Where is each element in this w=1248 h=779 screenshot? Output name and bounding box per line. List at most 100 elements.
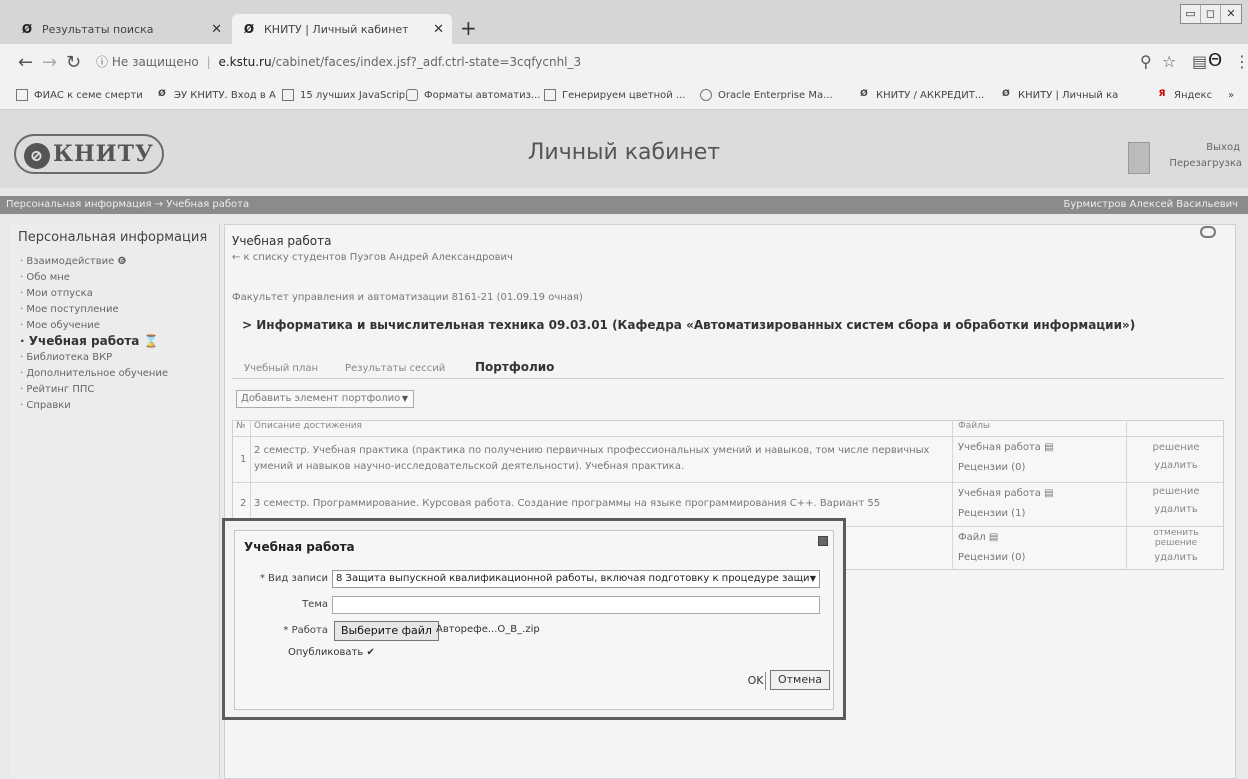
sidebar-item-rating[interactable]: · Рейтинг ППС xyxy=(20,384,94,395)
maximize-icon[interactable]: ◻ xyxy=(1201,5,1221,23)
document-icon: ▤ xyxy=(988,532,999,543)
address-bar[interactable]: ⓘ Не защищено | e.kstu.ru/cabinet/faces/… xyxy=(96,50,956,74)
new-tab-button[interactable]: + xyxy=(460,16,477,40)
oracle-icon xyxy=(700,89,712,101)
window-controls: ▭ ◻ ✕ xyxy=(1180,4,1242,24)
decision-link[interactable]: решение xyxy=(1130,486,1222,497)
close-dialog-icon[interactable] xyxy=(818,536,828,546)
sidebar-item-label: · Учебная работа xyxy=(20,334,140,348)
delete-link[interactable]: удалить xyxy=(1130,504,1222,515)
collapse-icon[interactable] xyxy=(1200,226,1216,238)
topic-input[interactable] xyxy=(332,596,820,614)
back-arrow-icon[interactable]: ← xyxy=(18,52,33,73)
bookmarks-bar: ФИАС к семе смерти Ø ЭУ КНИТУ. Вход в А 1… xyxy=(0,80,1248,110)
reload-link[interactable]: Перезагрузка xyxy=(1162,158,1242,169)
sidebar-item-additional-education[interactable]: · Дополнительное обучение xyxy=(20,368,168,379)
zoom-icon[interactable]: ⚲ xyxy=(1140,52,1152,71)
bookmark-item[interactable]: Форматы автоматиз... xyxy=(406,80,540,110)
logout-link[interactable]: Выход xyxy=(1190,142,1240,153)
bookmark-item[interactable]: Ø КНИТУ / АККРЕДИТ... xyxy=(858,80,984,110)
study-work-file-link[interactable]: Учебная работа ▤ xyxy=(958,440,1054,456)
row-divider xyxy=(232,436,1224,437)
tab-session-results[interactable]: Результаты сессий xyxy=(345,363,445,374)
add-portfolio-item-button[interactable]: Добавить элемент портфолио ▼ xyxy=(236,390,414,408)
column-header-description: Описание достижения xyxy=(254,421,362,431)
document-icon: ▤ xyxy=(1044,442,1054,453)
page-icon xyxy=(282,89,294,101)
knitu-favicon-icon: Ø xyxy=(860,89,868,99)
page-icon xyxy=(406,89,418,101)
back-to-students-link[interactable]: ← к списку студентов Пуэгов Андрей Алекс… xyxy=(232,252,513,263)
bookmark-label: ЭУ КНИТУ. Вход в А xyxy=(174,89,276,101)
address-path: /cabinet/faces/index.jsf?_adf.ctrl-state… xyxy=(271,55,582,69)
forward-arrow-icon[interactable]: → xyxy=(42,52,57,73)
record-kind-select[interactable]: 8 Защита выпускной квалификационной рабо… xyxy=(332,570,820,588)
reviews-link[interactable]: Рецензии (0) xyxy=(958,460,1025,476)
hourglass-icon: ⌛ xyxy=(143,334,159,348)
browser-tab-search[interactable]: Ø Результаты поиска ✕ xyxy=(10,14,230,44)
minimize-icon[interactable]: ▭ xyxy=(1181,5,1201,23)
sidebar-item-admission[interactable]: · Мое поступление xyxy=(20,304,119,315)
row-number: 2 xyxy=(240,498,247,509)
user-name: Бурмистров Алексей Васильевич xyxy=(1063,199,1238,210)
ok-button[interactable]: OK xyxy=(746,672,766,690)
sidebar-item-education[interactable]: · Мое обучение xyxy=(20,320,100,331)
bookmark-item[interactable]: Я Яндекс xyxy=(1156,80,1213,110)
tab-label: КНИТУ | Личный кабинет xyxy=(264,22,409,36)
bookmark-label: ФИАС к семе смерти xyxy=(34,89,143,101)
sidebar-item-interaction[interactable]: · Взаимодействие ❻ xyxy=(20,256,126,267)
menu-icon[interactable]: ⋮ xyxy=(1234,52,1248,71)
file-link-label: Учебная работа xyxy=(958,442,1041,453)
bookmark-item[interactable]: Oracle Enterprise Ma... xyxy=(700,80,833,110)
sidebar-item-about[interactable]: · Обо мне xyxy=(20,272,70,283)
info-icon[interactable]: ⓘ xyxy=(96,55,108,69)
study-work-file-link[interactable]: Учебная работа ▤ xyxy=(958,486,1054,502)
bookmark-item[interactable]: Ø ЭУ КНИТУ. Вход в А xyxy=(156,80,276,110)
file-link[interactable]: Файл ▤ xyxy=(958,530,998,546)
tabs-divider xyxy=(232,378,1224,379)
sidebar-item-study-work[interactable]: · Учебная работа ⌛ xyxy=(20,334,159,348)
info-badge-icon: ❻ xyxy=(117,256,127,267)
reviews-link[interactable]: Рецензии (1) xyxy=(958,506,1025,522)
profile-icon[interactable]: Θ xyxy=(1208,50,1222,71)
browser-tab-cabinet[interactable]: Ø КНИТУ | Личный кабинет ✕ xyxy=(232,14,452,44)
sidebar-item-vacations[interactable]: · Мои отпуска xyxy=(20,288,93,299)
choose-file-button[interactable]: Выберите файл xyxy=(334,621,439,641)
add-button-label: Добавить элемент портфолио xyxy=(241,393,401,404)
row-divider xyxy=(232,482,1224,483)
delete-link[interactable]: удалить xyxy=(1130,552,1222,563)
close-tab-icon[interactable]: ✕ xyxy=(211,22,222,37)
more-bookmarks-button[interactable]: » xyxy=(1228,80,1234,110)
work-label: * Работа xyxy=(283,625,328,636)
publish-checkbox[interactable]: Опубликовать ✔ xyxy=(288,647,375,658)
reviews-link[interactable]: Рецензии (0) xyxy=(958,550,1025,566)
close-window-icon[interactable]: ✕ xyxy=(1221,5,1241,23)
knitu-favicon-icon: Ø xyxy=(21,22,33,36)
selected-file-name: Авторефе...О_В_.zip xyxy=(436,624,540,635)
section-title: Учебная работа xyxy=(232,234,332,248)
record-kind-value: 8 Защита выпускной квалификационной рабо… xyxy=(336,573,810,584)
cancel-button[interactable]: Отмена xyxy=(770,670,830,690)
sidebar-item-library[interactable]: · Библиотека ВКР xyxy=(20,352,112,363)
reload-icon[interactable]: ↻ xyxy=(66,52,81,73)
decision-link[interactable]: решение xyxy=(1130,442,1222,453)
cancel-decision-link[interactable]: отменить решение xyxy=(1138,528,1214,548)
page-title: Личный кабинет xyxy=(527,140,721,165)
bookmark-item[interactable]: ФИАС к семе смерти xyxy=(16,80,143,110)
bookmark-item[interactable]: Ø КНИТУ | Личный ка xyxy=(1000,80,1118,110)
close-tab-icon[interactable]: ✕ xyxy=(433,22,444,37)
program-heading[interactable]: > Информатика и вычислительная техника 0… xyxy=(242,318,1135,332)
bookmark-star-icon[interactable]: ☆ xyxy=(1162,52,1176,71)
bookmark-item[interactable]: Генерируем цветной ... xyxy=(544,80,685,110)
avatar[interactable] xyxy=(1128,142,1150,174)
sidebar-title: Персональная информация xyxy=(18,230,208,245)
faculty-info: Факультет управления и автоматизации 816… xyxy=(232,292,583,303)
knitu-favicon-icon: Ø xyxy=(158,89,166,99)
tab-portfolio[interactable]: Портфолио xyxy=(475,360,554,374)
bookmark-item[interactable]: 15 лучших JavaScrip. xyxy=(282,80,408,110)
sidebar-item-certificates[interactable]: · Справки xyxy=(20,400,71,411)
delete-link[interactable]: удалить xyxy=(1130,460,1222,471)
tab-study-plan[interactable]: Учебный план xyxy=(244,363,318,374)
extension-icon[interactable]: ▤ xyxy=(1192,52,1207,71)
column-header-number: № xyxy=(236,421,246,431)
